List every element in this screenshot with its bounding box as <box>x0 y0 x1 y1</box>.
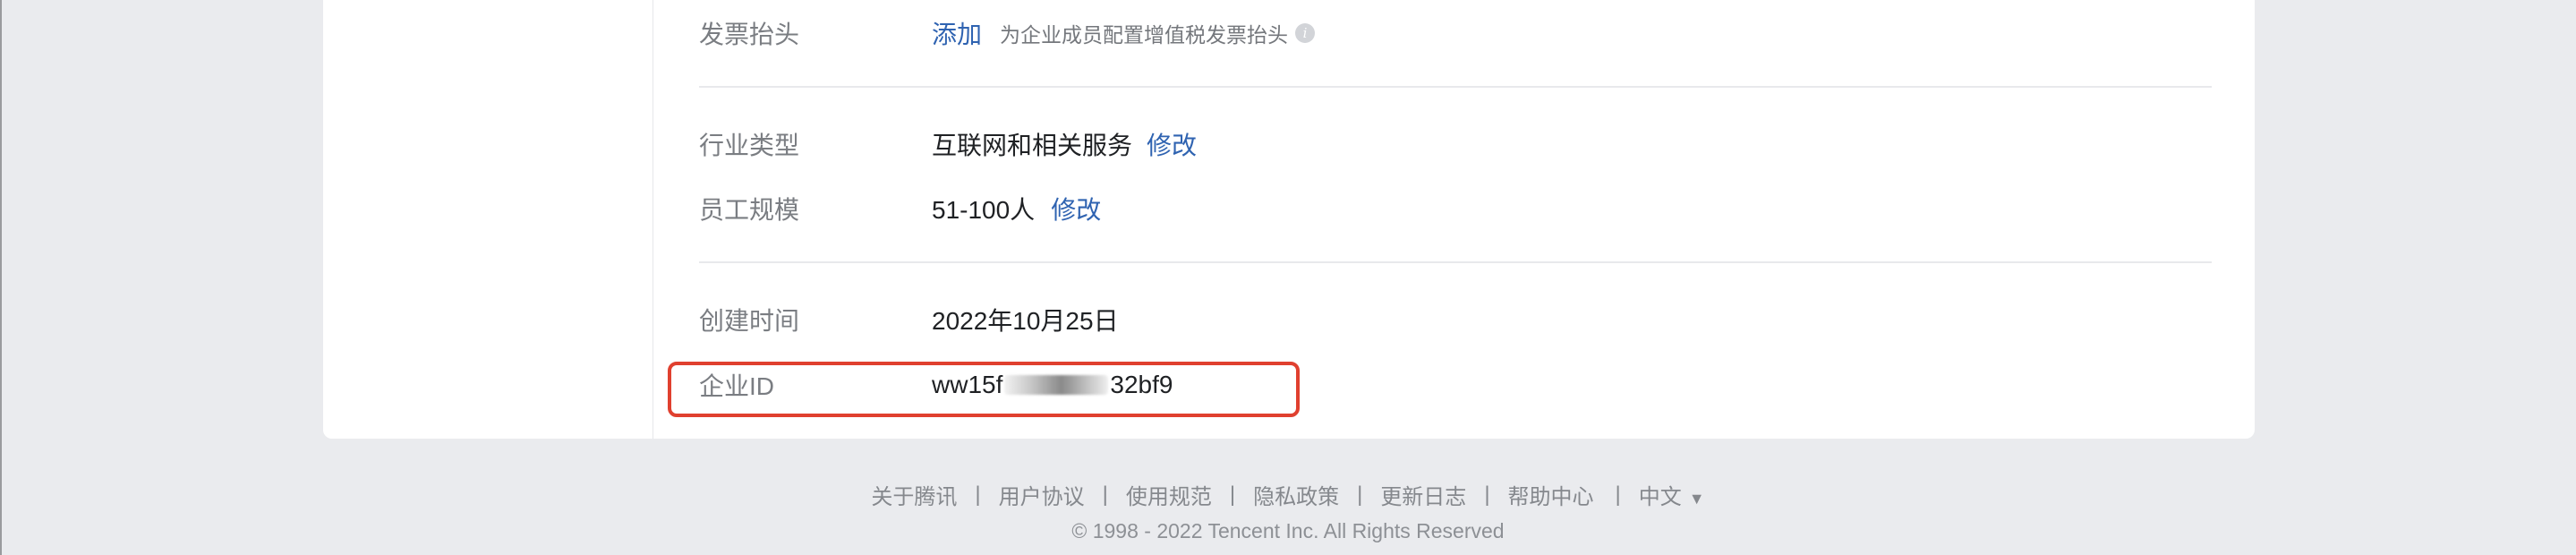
industry-value-group: 互联网和相关服务 修改 <box>932 126 1197 162</box>
invoice-title-label: 发票抬头 <box>699 21 800 48</box>
add-invoice-title-link[interactable]: 添加 <box>932 15 982 51</box>
edit-industry-link[interactable]: 修改 <box>1147 126 1197 162</box>
footer-links: 关于腾讯 | 用户协议 | 使用规范 | 隐私政策 | 更新日志 | 帮助中心 … <box>0 479 2576 510</box>
language-selector[interactable]: 中文 ▼ <box>1639 479 1705 510</box>
corp-id-highlight-box <box>668 362 1300 417</box>
edit-staff-size-link[interactable]: 修改 <box>1051 191 1101 226</box>
footer-link-privacy[interactable]: 隐私政策 <box>1253 479 1339 510</box>
page: 发票抬头 添加 为企业成员配置增值税发票抬头 i 行业类型 互联网和相关服务 修… <box>0 0 2576 555</box>
chevron-down-icon: ▼ <box>1688 490 1705 508</box>
industry-value: 互联网和相关服务 <box>932 132 1133 159</box>
copyright-text: © 1998 - 2022 Tencent Inc. All Rights Re… <box>1071 519 1505 542</box>
settings-sidebar <box>323 0 653 439</box>
footer-separator: | <box>1229 482 1236 507</box>
footer-separator: | <box>1484 482 1490 507</box>
language-label: 中文 <box>1638 485 1682 509</box>
footer-link-help-center[interactable]: 帮助中心 <box>1508 479 1594 510</box>
footer-separator: | <box>1102 482 1108 507</box>
section-divider <box>699 86 2212 88</box>
staff-size-value: 51-100人 <box>932 196 1036 224</box>
footer-separator: | <box>1615 482 1621 507</box>
footer-link-changelog[interactable]: 更新日志 <box>1380 479 1466 510</box>
created-date-label: 创建时间 <box>699 307 800 335</box>
invoice-title-hint: 为企业成员配置增值税发票抬头 <box>1000 23 1289 47</box>
section-divider <box>699 261 2212 263</box>
created-date-value: 2022年10月25日 <box>932 307 1119 335</box>
footer-link-user-agreement[interactable]: 用户协议 <box>999 479 1085 510</box>
footer-link-usage-rules[interactable]: 使用规范 <box>1126 479 1212 510</box>
footer-link-about[interactable]: 关于腾讯 <box>871 479 957 510</box>
footer-separator: | <box>1357 482 1363 507</box>
staff-size-label: 员工规模 <box>699 196 800 224</box>
industry-label: 行业类型 <box>699 132 800 159</box>
window-edge <box>0 0 2 555</box>
invoice-title-value: 添加 为企业成员配置增值税发票抬头 i <box>932 15 1316 51</box>
staff-size-value-group: 51-100人 修改 <box>932 191 1101 226</box>
info-icon[interactable]: i <box>1295 23 1316 43</box>
footer-separator: | <box>975 482 981 507</box>
